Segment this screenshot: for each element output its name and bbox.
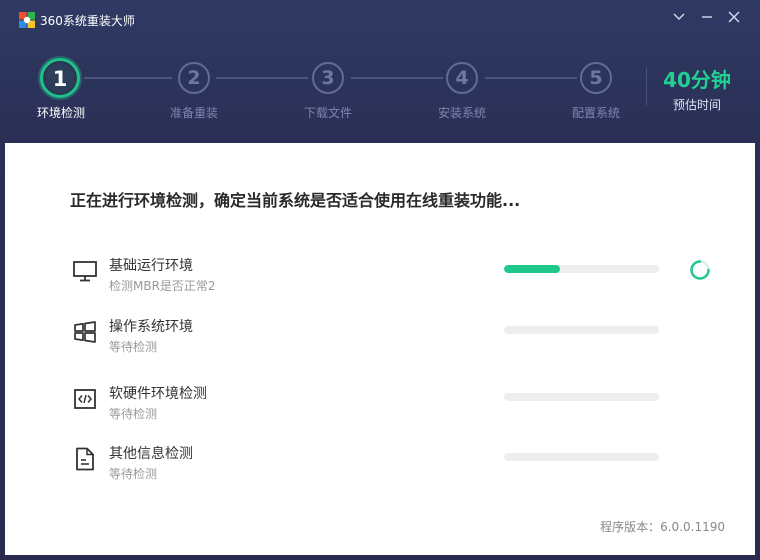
code-icon bbox=[72, 386, 98, 412]
chevron-down-icon bbox=[673, 13, 685, 20]
window-title: 360系统重装大师 bbox=[40, 14, 135, 28]
check-status: 等待检测 bbox=[109, 407, 158, 421]
check-item-basic-runtime: 基础运行环境 检测MBR是否正常2 bbox=[5, 255, 755, 305]
document-icon bbox=[72, 446, 98, 472]
page-heading: 正在进行环境检测，确定当前系统是否适合使用在线重装功能... bbox=[70, 191, 521, 210]
close-button[interactable] bbox=[723, 8, 745, 26]
step-number: 4 bbox=[446, 62, 478, 94]
step-5[interactable]: 5 配置系统 bbox=[548, 56, 648, 126]
step-label: 配置系统 bbox=[571, 106, 620, 120]
estimated-time-label: 预估时间 bbox=[672, 98, 721, 112]
progress-bar bbox=[504, 326, 659, 334]
app-window: 360系统重装大师 1 环境检测 2 准备重装 3 下载文件 4 安装系统 5 … bbox=[0, 0, 760, 560]
step-label: 准备重装 bbox=[169, 106, 218, 120]
progress-fill bbox=[504, 265, 560, 273]
monitor-icon bbox=[72, 258, 98, 284]
menu-button[interactable] bbox=[668, 8, 690, 26]
check-status: 等待检测 bbox=[109, 340, 158, 354]
step-label: 安装系统 bbox=[437, 106, 486, 120]
step-2[interactable]: 2 准备重装 bbox=[146, 56, 246, 126]
check-item-os-env: 操作系统环境 等待检测 bbox=[5, 316, 755, 366]
step-4[interactable]: 4 安装系统 bbox=[414, 56, 514, 126]
step-number: 5 bbox=[580, 62, 612, 94]
check-status: 检测MBR是否正常2 bbox=[109, 279, 216, 293]
step-label: 环境检测 bbox=[36, 106, 85, 120]
step-1[interactable]: 1 环境检测 bbox=[13, 56, 113, 126]
progress-bar bbox=[504, 265, 659, 273]
minimize-icon bbox=[702, 16, 712, 18]
step-number: 2 bbox=[178, 62, 210, 94]
version-label: 程序版本：6.0.0.1190 bbox=[600, 520, 725, 534]
check-item-other-info: 其他信息检测 等待检测 bbox=[5, 443, 755, 493]
check-status: 等待检测 bbox=[109, 467, 158, 481]
check-title: 基础运行环境 bbox=[109, 258, 193, 274]
title-bar[interactable]: 360系统重装大师 bbox=[0, 0, 760, 40]
estimated-time: 40分钟 bbox=[663, 68, 731, 92]
loading-spinner-icon bbox=[689, 259, 711, 281]
content-panel: 正在进行环境检测，确定当前系统是否适合使用在线重装功能... 基础运行环境 检测… bbox=[5, 143, 755, 555]
check-title: 软硬件环境检测 bbox=[109, 386, 207, 402]
step-number: 3 bbox=[312, 62, 344, 94]
close-icon bbox=[728, 11, 740, 23]
progress-bar bbox=[504, 453, 659, 461]
app-logo-icon bbox=[19, 12, 35, 28]
minimize-button[interactable] bbox=[696, 8, 718, 26]
estimate-divider bbox=[646, 68, 647, 106]
check-title: 其他信息检测 bbox=[109, 446, 193, 462]
windows-icon bbox=[72, 319, 98, 345]
progress-bar bbox=[504, 393, 659, 401]
step-number: 1 bbox=[40, 58, 80, 98]
check-title: 操作系统环境 bbox=[109, 319, 193, 335]
step-label: 下载文件 bbox=[303, 106, 352, 120]
step-progress: 1 环境检测 2 准备重装 3 下载文件 4 安装系统 5 配置系统 bbox=[0, 56, 640, 126]
step-3[interactable]: 3 下载文件 bbox=[280, 56, 380, 126]
check-item-hw-sw: 软硬件环境检测 等待检测 bbox=[5, 383, 755, 433]
